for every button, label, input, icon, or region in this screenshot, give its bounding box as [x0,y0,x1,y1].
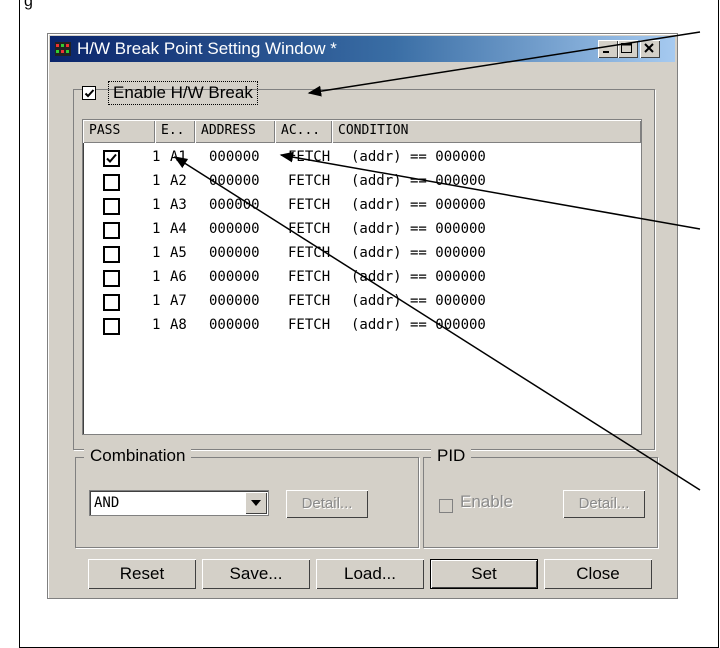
callout-arrow-event [173,156,701,491]
callout-arrows [173,31,701,491]
callout-arrow-enable [307,31,701,97]
callout-arrow-address [279,151,701,230]
